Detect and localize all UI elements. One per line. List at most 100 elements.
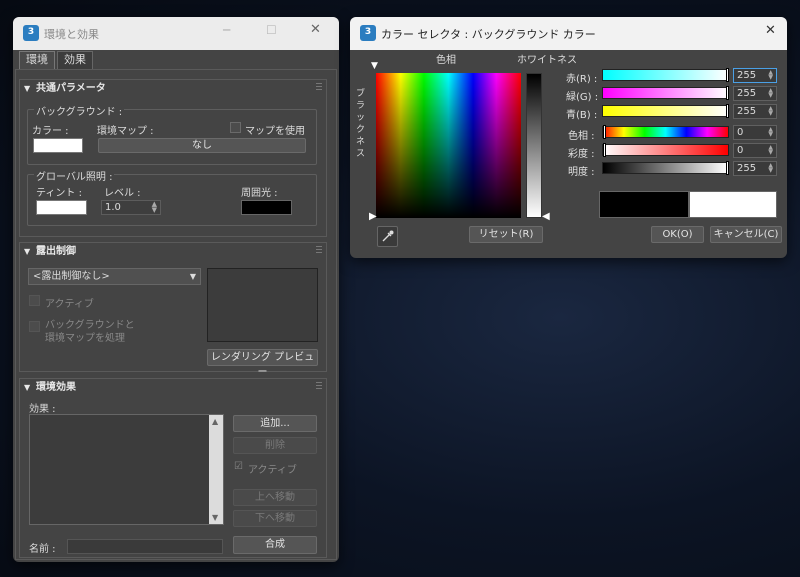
effect-name-input[interactable] xyxy=(67,539,223,554)
slider-marker[interactable] xyxy=(726,161,729,175)
slider-marker[interactable] xyxy=(726,104,729,118)
close-icon[interactable]: ✕ xyxy=(310,22,321,37)
spinner-arrows-icon[interactable]: ▲ ▼ xyxy=(768,163,773,174)
blue-slider[interactable] xyxy=(602,104,729,118)
blackness-label: ブラックネス xyxy=(356,89,366,159)
env-titlebar[interactable]: 3 環境と効果 ─ ☐ ✕ xyxy=(13,17,339,50)
close-icon[interactable]: ✕ xyxy=(765,23,776,38)
whiteness-marker-icon[interactable]: ◀ xyxy=(542,211,550,222)
background-group-label: バックグラウンド : xyxy=(34,103,125,118)
red-slider[interactable] xyxy=(602,68,729,82)
delete-effect-button[interactable]: 削除 xyxy=(233,437,317,454)
hue-slider[interactable] xyxy=(602,125,729,139)
collapse-icon: ▼ xyxy=(24,84,31,93)
cancel-button[interactable]: キャンセル(C) xyxy=(710,226,782,243)
green-slider[interactable] xyxy=(602,86,729,100)
spinner-arrows-icon[interactable]: ▲ ▼ xyxy=(768,145,773,156)
hue-blackness-picker[interactable] xyxy=(376,73,521,218)
red-value[interactable]: 255 ▲ ▼ xyxy=(733,68,777,83)
spinner-arrows-icon[interactable]: ▲ ▼ xyxy=(768,70,773,81)
red-value-text: 255 xyxy=(737,70,757,81)
env-map-label: 環境マップ : xyxy=(97,126,154,137)
value-value-text: 255 xyxy=(737,163,757,174)
atmosphere-rollout: ▼ 環境効果 効果 : ▲ ▼ 追加... 削除 ☑ アクティブ 上へ移動 下へ移… xyxy=(19,378,327,558)
rollout-title: 共通パラメータ xyxy=(36,83,106,94)
green-value-text: 255 xyxy=(737,88,757,99)
effect-active-label: アクティブ xyxy=(248,465,297,476)
global-lighting-label: グローバル照明 : xyxy=(34,168,115,183)
process-bg-checkbox[interactable] xyxy=(29,321,40,332)
use-map-label: マップを使用 xyxy=(245,126,305,137)
blue-value[interactable]: 255 ▲ ▼ xyxy=(733,104,777,119)
merge-button[interactable]: 合成 xyxy=(233,536,317,554)
env-map-button[interactable]: なし xyxy=(98,138,306,153)
background-color-swatch[interactable] xyxy=(33,138,83,153)
spinner-arrows-icon[interactable]: ▲ ▼ xyxy=(152,201,157,214)
rollout-header-common[interactable]: ▼ 共通パラメータ xyxy=(20,80,326,98)
hue-slider-label: 色相 : xyxy=(568,131,595,142)
exposure-dropdown-value: <露出制御なし> xyxy=(33,271,110,282)
red-label: 赤(R) : xyxy=(566,74,598,85)
whiteness-bar[interactable] xyxy=(526,73,542,218)
reset-button[interactable]: リセット(R) xyxy=(469,226,543,243)
blue-label: 青(B) : xyxy=(566,110,598,121)
slider-marker[interactable] xyxy=(603,143,606,157)
minimize-icon[interactable]: ─ xyxy=(223,23,230,37)
color-label: カラー : xyxy=(32,126,69,137)
ok-button[interactable]: OK(O) xyxy=(651,226,704,243)
value-slider[interactable] xyxy=(602,161,729,175)
saturation-slider[interactable] xyxy=(602,143,729,157)
exposure-active-label: アクティブ xyxy=(45,299,94,310)
ambient-color-swatch[interactable] xyxy=(241,200,292,215)
green-label: 緑(G) : xyxy=(566,92,599,103)
effects-label: 効果 : xyxy=(29,404,56,415)
level-spinner[interactable]: 1.0 ▲ ▼ xyxy=(101,200,161,215)
move-down-button[interactable]: 下へ移動 xyxy=(233,510,317,527)
maximize-icon[interactable]: ☐ xyxy=(266,23,277,37)
rollout-title: 露出制御 xyxy=(36,246,76,257)
scroll-up-icon[interactable]: ▲ xyxy=(212,417,218,426)
grip-icon xyxy=(316,83,322,91)
effects-list-scrollbar[interactable]: ▲ ▼ xyxy=(209,415,223,524)
scroll-down-icon[interactable]: ▼ xyxy=(212,513,218,522)
tint-color-swatch[interactable] xyxy=(36,200,87,215)
hue-value-text: 0 xyxy=(737,127,744,138)
slider-marker[interactable] xyxy=(603,125,606,139)
effect-active-check-icon[interactable]: ☑ xyxy=(234,461,243,472)
move-up-button[interactable]: 上へ移動 xyxy=(233,489,317,506)
app-logo-icon: 3 xyxy=(360,25,376,41)
name-label: 名前 : xyxy=(29,544,56,555)
grip-icon xyxy=(316,246,322,254)
color-titlebar[interactable]: 3 カラー セレクタ : バックグラウンド カラー ✕ xyxy=(350,17,787,50)
rollout-title: 環境効果 xyxy=(36,382,76,393)
value-value[interactable]: 255 ▲ ▼ xyxy=(733,161,777,176)
hue-marker-icon[interactable]: ▼ xyxy=(371,61,378,71)
slider-marker[interactable] xyxy=(726,86,729,100)
eyedropper-glyph xyxy=(382,230,394,242)
spinner-arrows-icon[interactable]: ▲ ▼ xyxy=(768,106,773,117)
use-map-checkbox[interactable] xyxy=(230,122,241,133)
rollout-header-exposure[interactable]: ▼ 露出制御 xyxy=(20,243,326,261)
tint-label: ティント : xyxy=(36,188,82,199)
eyedropper-icon[interactable] xyxy=(377,226,398,247)
effects-list[interactable]: ▲ ▼ xyxy=(29,414,224,525)
tab-effects[interactable]: 効果 xyxy=(57,51,93,69)
tab-environment[interactable]: 環境 xyxy=(19,51,55,69)
common-parameters-rollout: ▼ 共通パラメータ バックグラウンド : カラー : 環境マップ : マップを使用… xyxy=(19,79,327,237)
new-color-preview xyxy=(689,191,777,218)
saturation-value[interactable]: 0 ▲ ▼ xyxy=(733,143,777,158)
exposure-dropdown[interactable]: <露出制御なし> ▼ xyxy=(28,268,201,285)
add-effect-button[interactable]: 追加... xyxy=(233,415,317,432)
exposure-active-checkbox[interactable] xyxy=(29,295,40,306)
green-value[interactable]: 255 ▲ ▼ xyxy=(733,86,777,101)
blackness-marker-icon[interactable]: ▶ xyxy=(369,211,377,222)
hue-value[interactable]: 0 ▲ ▼ xyxy=(733,125,777,140)
slider-marker[interactable] xyxy=(726,68,729,82)
window-title: 環境と効果 xyxy=(44,28,99,41)
render-preview-button[interactable]: レンダリング プレビュー xyxy=(207,349,318,378)
spinner-arrows-icon[interactable]: ▲ ▼ xyxy=(768,127,773,138)
spinner-arrows-icon[interactable]: ▲ ▼ xyxy=(768,88,773,99)
collapse-icon: ▼ xyxy=(24,383,31,392)
exposure-preview-box xyxy=(207,268,318,342)
rollout-header-atmosphere[interactable]: ▼ 環境効果 xyxy=(20,379,326,397)
